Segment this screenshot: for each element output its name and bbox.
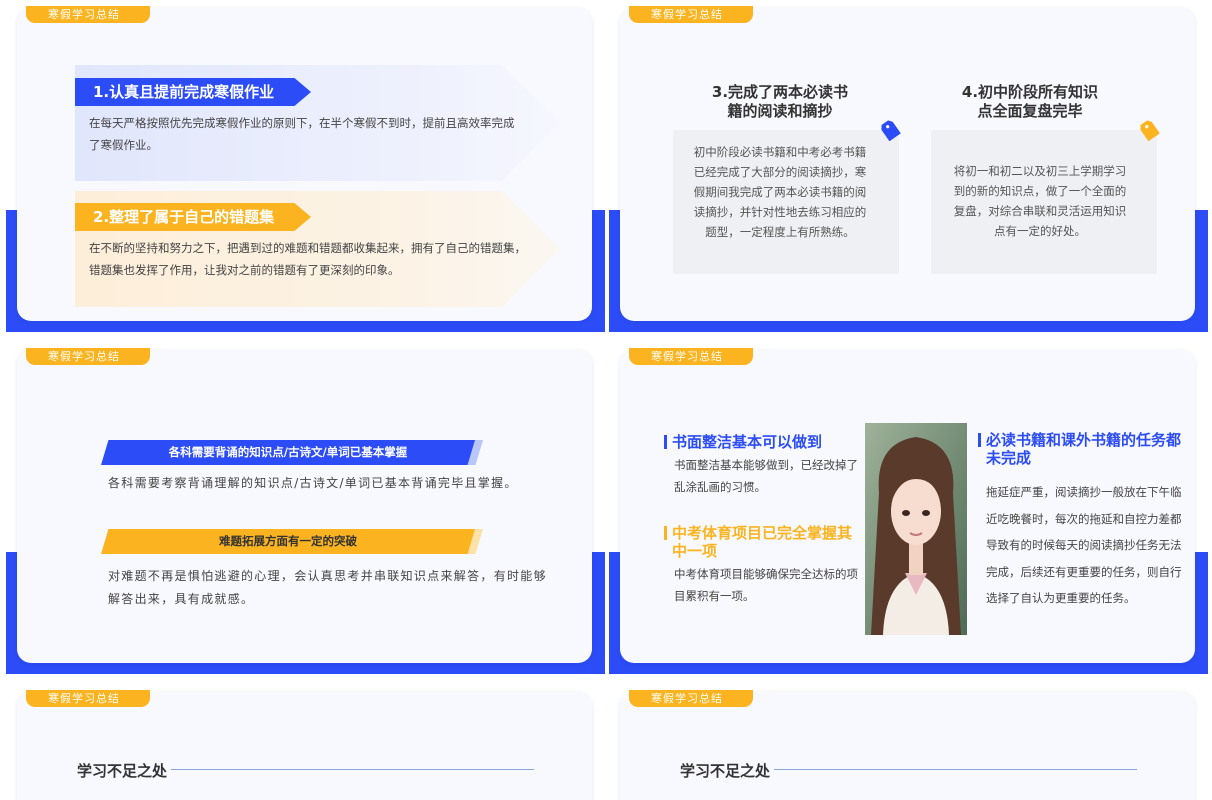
slide-1: 寒假学习总结 1.认真且提前完成寒假作业 在每天严格按照优先完成寒假作业的原则下… (6, 0, 605, 332)
slide-2: 寒假学习总结 3.完成了两本必读书籍的阅读和摘抄 4.初中阶段所有知识点全面复盘… (609, 0, 1208, 332)
column-1-title: 3.完成了两本必读书籍的阅读和摘抄 (711, 83, 849, 120)
column-1-text: 初中阶段必读书籍和中考必考书籍已经完成了大部分的阅读摘抄，寒假期间我完成了两本必… (693, 145, 867, 239)
slide-3: 寒假学习总结 各科需要背诵的知识点/古诗文/单词已基本掌握 各科需要考察背诵理解… (6, 342, 605, 674)
right-text: 拖延症严重，阅读摘抄一般放在下午临近吃晚餐时，每次的拖延和自控力差都导致有的时候… (986, 485, 1182, 605)
section-title: 学习不足之处 (77, 762, 168, 780)
content-card: 寒假学习总结 3.完成了两本必读书籍的阅读和摘抄 4.初中阶段所有知识点全面复盘… (620, 6, 1195, 321)
left-2-title: 中考体育项目已完全掌握其中一项 (664, 524, 864, 560)
item-1-title: 1.认真且提前完成寒假作业 (75, 78, 311, 106)
content-card: 寒假学习总结 学习不足之处 (620, 690, 1195, 800)
right-title: 必读书籍和课外书籍的任务都未完成 (978, 431, 1183, 467)
slide-tag: 寒假学习总结 (629, 6, 753, 23)
student-photo (865, 423, 967, 635)
band-1-title: 各科需要背诵的知识点/古诗文/单词已基本掌握 (101, 440, 475, 465)
column-2-text: 将初一和初二以及初三上学期学习到的新的知识点，做了一个全面的复盘，对综合串联和灵… (953, 164, 1127, 238)
item-2-text: 在不断的坚持和努力之下，把遇到过的难题和错题都收集起来，拥有了自己的错题集，错题… (89, 241, 526, 277)
slide-tag: 寒假学习总结 (629, 348, 753, 365)
left-1-text: 书面整洁基本能够做到，已经改掉了乱涂乱画的习惯。 (674, 458, 858, 494)
left-2-text: 中考体育项目能够确保完全达标的项目累积有一项。 (674, 567, 858, 603)
content-card: 寒假学习总结 书面整洁基本可以做到 书面整洁基本能够做到，已经改掉了乱涂乱画的习… (620, 348, 1195, 663)
content-card: 寒假学习总结 学习不足之处 (17, 690, 592, 800)
content-card: 寒假学习总结 1.认真且提前完成寒假作业 在每天严格按照优先完成寒假作业的原则下… (17, 6, 592, 321)
slide-4: 寒假学习总结 书面整洁基本可以做到 书面整洁基本能够做到，已经改掉了乱涂乱画的习… (609, 342, 1208, 674)
band-2-text: 对难题不再是惧怕逃避的心理，会认真思考并串联知识点来解答，有时能够解答出来，具有… (108, 569, 547, 606)
band-2-title: 难题拓展方面有一定的突破 (101, 529, 475, 554)
column-2-title: 4.初中阶段所有知识点全面复盘完毕 (961, 83, 1099, 120)
content-card: 寒假学习总结 各科需要背诵的知识点/古诗文/单词已基本掌握 各科需要考察背诵理解… (17, 348, 592, 663)
slide-5: 寒假学习总结 学习不足之处 (6, 684, 605, 800)
item-1-text: 在每天严格按照优先完成寒假作业的原则下，在半个寒假不到时，提前且高效率完成了寒假… (89, 116, 515, 152)
slide-tag: 寒假学习总结 (26, 690, 150, 707)
section-divider (774, 769, 1137, 770)
slide-6: 寒假学习总结 学习不足之处 (609, 684, 1208, 800)
slide-tag: 寒假学习总结 (629, 690, 753, 707)
item-2-title: 2.整理了属于自己的错题集 (75, 203, 311, 231)
band-1-text: 各科需要考察背诵理解的知识点/古诗文/单词已基本背诵完毕且掌握。 (108, 476, 518, 490)
section-divider (171, 769, 534, 770)
section-title: 学习不足之处 (680, 762, 771, 780)
slide-tag: 寒假学习总结 (26, 348, 150, 365)
left-1-title: 书面整洁基本可以做到 (664, 433, 864, 451)
slide-tag: 寒假学习总结 (26, 6, 150, 23)
